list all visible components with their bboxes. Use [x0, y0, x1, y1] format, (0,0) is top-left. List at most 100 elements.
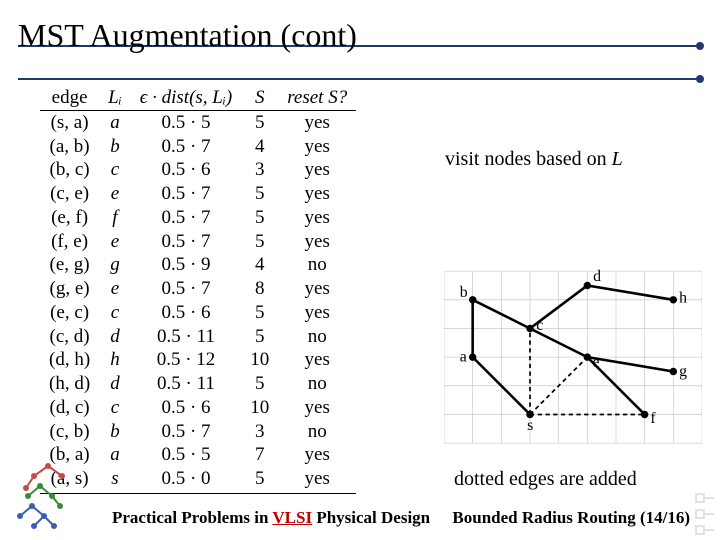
node-g	[670, 368, 677, 375]
cell-dist: 0.5 · 6	[131, 301, 241, 325]
cell-Li: a	[99, 443, 131, 467]
cell-S: 5	[241, 325, 278, 349]
cell-Li: d	[99, 372, 131, 396]
cell-reset: yes	[278, 110, 356, 134]
cell-dist: 0.5 · 7	[131, 230, 241, 254]
node-c	[526, 325, 533, 332]
cell-edge: (d, c)	[40, 396, 99, 420]
cell-reset: no	[278, 253, 356, 277]
col-Li-label: Lᵢ	[108, 87, 122, 108]
node-f	[641, 411, 648, 418]
node-e	[584, 353, 591, 360]
cell-Li: c	[99, 396, 131, 420]
table-row: (g, e)e0.5 · 78yes	[40, 277, 356, 301]
cell-edge: (c, d)	[40, 325, 99, 349]
cell-S: 4	[241, 135, 278, 159]
footer-left: Practical Problems in VLSI Physical Desi…	[112, 508, 430, 528]
annotation-visit-text: visit nodes based on	[445, 148, 612, 170]
cell-dist: 0.5 · 11	[131, 372, 241, 396]
cell-edge: (g, e)	[40, 277, 99, 301]
cell-reset: yes	[278, 182, 356, 206]
cell-S: 5	[241, 110, 278, 134]
table-row: (c, d)d0.5 · 115no	[40, 325, 356, 349]
cell-dist: 0.5 · 5	[131, 443, 241, 467]
title-rule-under	[18, 78, 702, 80]
cell-Li: s	[99, 467, 131, 493]
table-row: (e, c)c0.5 · 65yes	[40, 301, 356, 325]
cell-Li: b	[99, 135, 131, 159]
table-row: (e, f)f0.5 · 75yes	[40, 206, 356, 230]
cell-reset: yes	[278, 277, 356, 301]
table-row: (c, b)b0.5 · 73no	[40, 420, 356, 444]
node-b	[469, 296, 476, 303]
cell-dist: 0.5 · 7	[131, 182, 241, 206]
cell-S: 3	[241, 158, 278, 182]
cell-S: 5	[241, 301, 278, 325]
corner-tree-icon	[10, 460, 80, 530]
cell-dist: 0.5 · 0	[131, 467, 241, 493]
cell-edge: (c, b)	[40, 420, 99, 444]
title-block: MST Augmentation (cont)	[18, 18, 702, 61]
cell-S: 5	[241, 230, 278, 254]
cell-dist: 0.5 · 6	[131, 158, 241, 182]
cell-dist: 0.5 · 7	[131, 135, 241, 159]
node-label-c: c	[536, 317, 543, 334]
cell-edge: (c, e)	[40, 182, 99, 206]
node-label-g: g	[679, 363, 687, 380]
footer-left-red: VLSI	[272, 508, 312, 527]
cell-edge: (h, d)	[40, 372, 99, 396]
cell-edge: (e, g)	[40, 253, 99, 277]
cell-reset: yes	[278, 301, 356, 325]
node-a	[469, 353, 476, 360]
cell-Li: f	[99, 206, 131, 230]
table-row: (d, h)h0.5 · 1210yes	[40, 348, 356, 372]
graph-figure: abcdefghs	[444, 255, 702, 465]
node-h	[670, 296, 677, 303]
cell-Li: e	[99, 277, 131, 301]
cell-S: 4	[241, 253, 278, 277]
col-dist: ϵ · dist(s, Lᵢ)	[131, 86, 241, 110]
cell-S: 5	[241, 372, 278, 396]
cell-dist: 0.5 · 7	[131, 206, 241, 230]
table-row: (e, g)g0.5 · 94no	[40, 253, 356, 277]
col-dist-label: ϵ · dist(s, Lᵢ)	[140, 87, 232, 108]
cell-reset: yes	[278, 467, 356, 493]
cell-S: 10	[241, 396, 278, 420]
cell-dist: 0.5 · 11	[131, 325, 241, 349]
node-d	[584, 282, 591, 289]
slide-title: MST Augmentation (cont)	[18, 18, 702, 61]
cell-Li: d	[99, 325, 131, 349]
node-label-f: f	[650, 410, 656, 427]
corner-connector-icon	[692, 492, 716, 536]
cell-S: 8	[241, 277, 278, 301]
cell-reset: no	[278, 420, 356, 444]
cell-edge: (f, e)	[40, 230, 99, 254]
cell-S: 7	[241, 443, 278, 467]
cell-Li: e	[99, 230, 131, 254]
cell-dist: 0.5 · 7	[131, 420, 241, 444]
cell-edge: (b, c)	[40, 158, 99, 182]
table-row: (b, c)c0.5 · 63yes	[40, 158, 356, 182]
cell-S: 3	[241, 420, 278, 444]
cell-Li: c	[99, 301, 131, 325]
cell-S: 5	[241, 467, 278, 493]
table-header-row: edge Lᵢ ϵ · dist(s, Lᵢ) S reset S?	[40, 86, 356, 110]
cell-edge: (s, a)	[40, 110, 99, 134]
footer-right: Bounded Radius Routing (14/16)	[452, 508, 690, 528]
node-label-h: h	[679, 290, 687, 307]
cell-Li: a	[99, 110, 131, 134]
cell-dist: 0.5 · 12	[131, 348, 241, 372]
cell-reset: no	[278, 372, 356, 396]
cell-reset: yes	[278, 348, 356, 372]
table-row: (f, e)e0.5 · 75yes	[40, 230, 356, 254]
cell-S: 10	[241, 348, 278, 372]
table-row: (c, e)e0.5 · 75yes	[40, 182, 356, 206]
cell-dist: 0.5 · 9	[131, 253, 241, 277]
annotation-visit: visit nodes based on L	[445, 148, 623, 171]
cell-reset: yes	[278, 135, 356, 159]
cell-Li: h	[99, 348, 131, 372]
cell-dist: 0.5 · 5	[131, 110, 241, 134]
cell-Li: c	[99, 158, 131, 182]
cell-dist: 0.5 · 7	[131, 277, 241, 301]
annotation-visit-L: L	[612, 148, 623, 170]
